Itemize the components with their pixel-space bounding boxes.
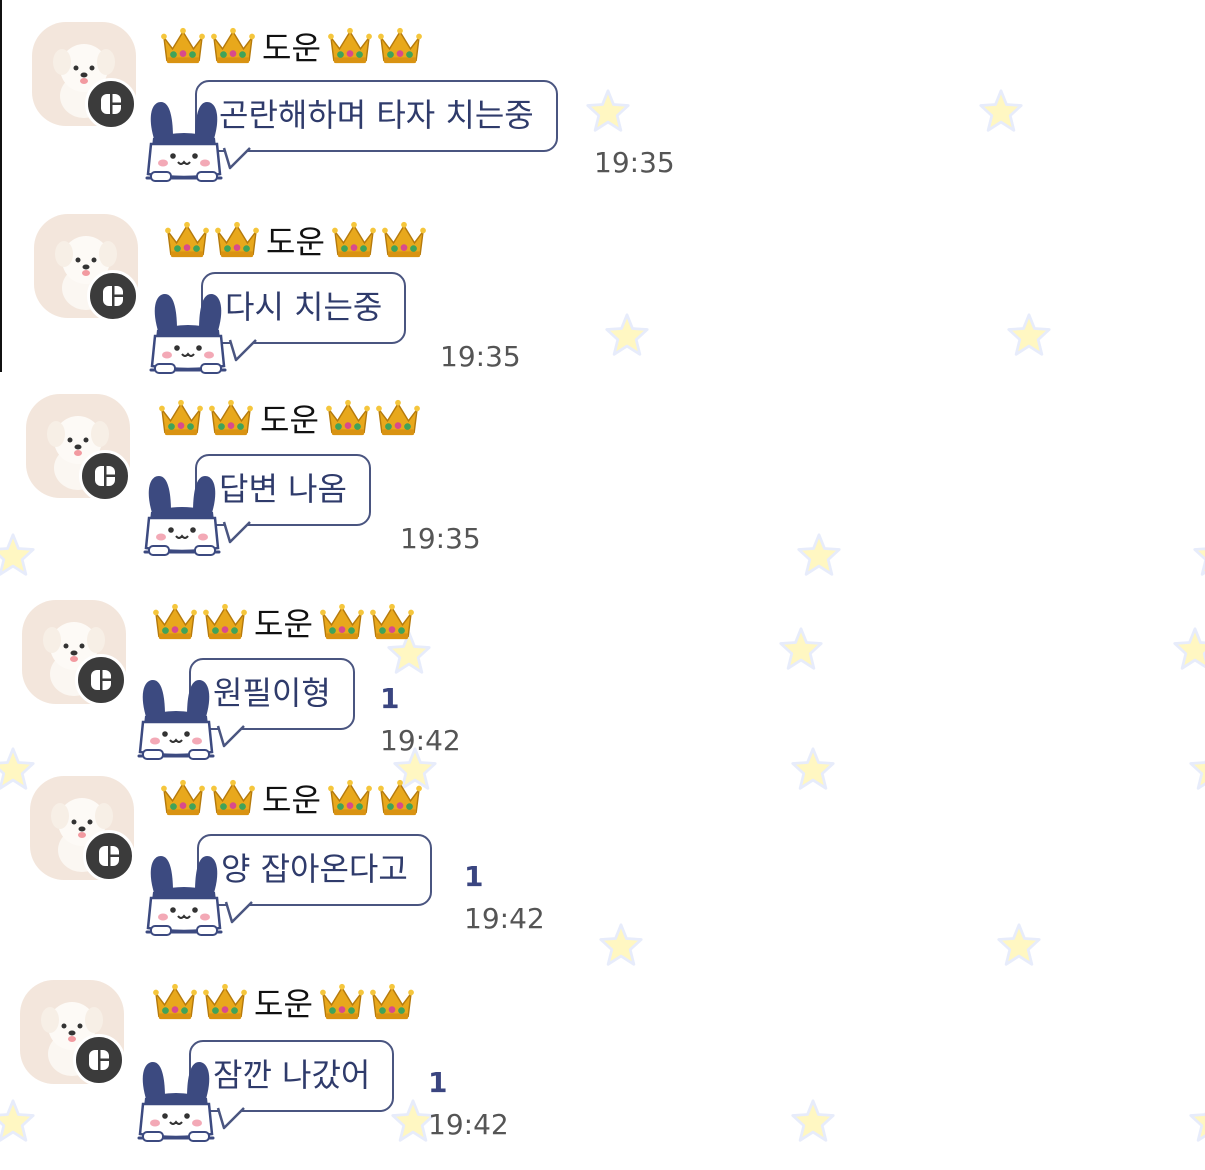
crown-icon bbox=[377, 26, 423, 66]
sender-name-bar: 도운 bbox=[152, 980, 419, 1024]
message-bubble[interactable]: 다시 치는중 bbox=[201, 272, 407, 344]
message-time: 19:42 bbox=[380, 724, 461, 757]
bubble-tail bbox=[228, 338, 258, 362]
sender-name: 도운 bbox=[254, 985, 313, 1023]
crown-icon bbox=[214, 220, 260, 260]
sender-name-bar: 도운 bbox=[158, 396, 425, 440]
unread-count: 1 bbox=[380, 682, 400, 715]
sender-name-bar: 도운 bbox=[160, 776, 427, 820]
crown-icon bbox=[325, 398, 371, 438]
crown-icon bbox=[369, 982, 415, 1022]
sender-name: 도운 bbox=[262, 781, 321, 819]
crown-icon bbox=[381, 220, 427, 260]
crown-icon bbox=[319, 982, 365, 1022]
crown-icon bbox=[160, 26, 206, 66]
chat-badge-icon bbox=[85, 78, 137, 130]
unread-count: 1 bbox=[428, 1066, 448, 1099]
message-time: 19:35 bbox=[440, 340, 521, 373]
bubble-tail bbox=[222, 520, 252, 544]
bunny-mascot-icon bbox=[135, 676, 217, 762]
bunny-mascot-icon bbox=[135, 1058, 217, 1144]
chat-message: 도운 잠깐 나갔어 1 19:42 bbox=[0, 958, 1205, 1148]
bunny-mascot-icon bbox=[143, 98, 225, 184]
message-time: 19:35 bbox=[594, 146, 675, 179]
crown-icon bbox=[210, 778, 256, 818]
sender-name-bar: 도운 bbox=[160, 24, 427, 68]
message-bubble[interactable]: 양 잡아온다고 bbox=[197, 834, 432, 906]
chat-badge-icon bbox=[75, 654, 127, 706]
message-time: 19:35 bbox=[400, 522, 481, 555]
bubble-tail bbox=[222, 146, 252, 170]
crown-icon bbox=[331, 220, 377, 260]
crown-icon bbox=[164, 220, 210, 260]
chat-badge-icon bbox=[79, 450, 131, 502]
crown-icon bbox=[369, 602, 415, 642]
bubble-tail bbox=[224, 900, 254, 924]
crown-icon bbox=[202, 982, 248, 1022]
bunny-mascot-icon bbox=[141, 472, 223, 558]
bubble-tail bbox=[216, 1106, 246, 1130]
chat-message: 도운 답변 나옴 19:35 bbox=[0, 372, 1205, 562]
chat-badge-icon bbox=[87, 270, 139, 322]
crown-icon bbox=[202, 602, 248, 642]
chat-message: 도운 원필이형 1 19:42 bbox=[0, 578, 1205, 768]
crown-icon bbox=[327, 26, 373, 66]
message-time: 19:42 bbox=[464, 902, 545, 935]
sender-name: 도운 bbox=[254, 605, 313, 643]
sender-name: 도운 bbox=[260, 401, 319, 439]
unread-count: 1 bbox=[464, 860, 484, 893]
sender-name: 도운 bbox=[266, 223, 325, 261]
crown-icon bbox=[152, 602, 198, 642]
crown-icon bbox=[210, 26, 256, 66]
bubble-tail bbox=[216, 724, 246, 748]
sender-name-bar: 도운 bbox=[164, 218, 431, 262]
bunny-mascot-icon bbox=[143, 852, 225, 938]
crown-icon bbox=[160, 778, 206, 818]
message-time: 19:42 bbox=[428, 1108, 509, 1141]
sender-name-bar: 도운 bbox=[152, 600, 419, 644]
crown-icon bbox=[327, 778, 373, 818]
crown-icon bbox=[375, 398, 421, 438]
crown-icon bbox=[319, 602, 365, 642]
crown-icon bbox=[208, 398, 254, 438]
message-bubble[interactable]: 잠깐 나갔어 bbox=[189, 1040, 395, 1112]
crown-icon bbox=[152, 982, 198, 1022]
sender-name: 도운 bbox=[262, 29, 321, 67]
chat-message: 도운 양 잡아온다고 1 19:42 bbox=[0, 754, 1205, 944]
crown-icon bbox=[377, 778, 423, 818]
chat-message: 도운 다시 치는중 19:35 bbox=[0, 192, 1205, 382]
chat-badge-icon bbox=[73, 1034, 125, 1086]
chat-badge-icon bbox=[83, 830, 135, 882]
message-bubble[interactable]: 곤란해하며 타자 치는중 bbox=[195, 80, 558, 152]
crown-icon bbox=[158, 398, 204, 438]
bunny-mascot-icon bbox=[147, 290, 229, 376]
chat-message: 도운 곤란해하며 타자 치는중 19:35 bbox=[0, 0, 1205, 190]
